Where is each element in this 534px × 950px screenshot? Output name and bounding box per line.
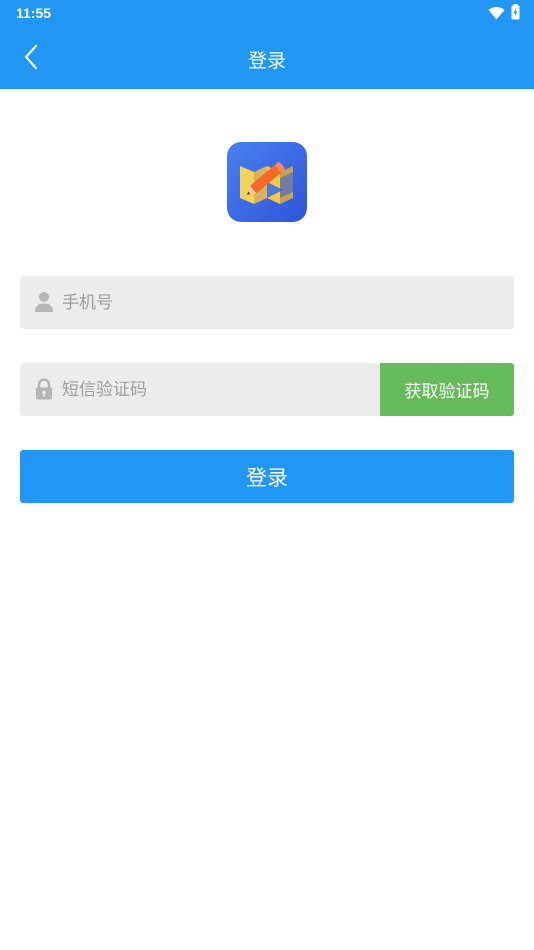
phone-input[interactable] [62, 276, 504, 329]
login-button[interactable]: 登录 [20, 450, 514, 503]
status-icons [488, 4, 520, 24]
user-icon [34, 291, 54, 313]
sms-code-input[interactable] [62, 363, 370, 416]
phone-field [20, 276, 514, 329]
page-title: 登录 [247, 50, 286, 72]
app-logo [227, 142, 307, 222]
app-logo-icon [240, 162, 293, 204]
battery-icon [511, 4, 520, 24]
app-bar: 登录 [0, 28, 534, 89]
wifi-icon [488, 5, 505, 24]
get-code-button[interactable]: 获取验证码 [380, 363, 514, 416]
sms-code-field [20, 363, 380, 416]
lock-icon [34, 378, 54, 400]
status-bar: 11:55 [0, 0, 534, 28]
status-time: 11:55 [16, 5, 52, 21]
